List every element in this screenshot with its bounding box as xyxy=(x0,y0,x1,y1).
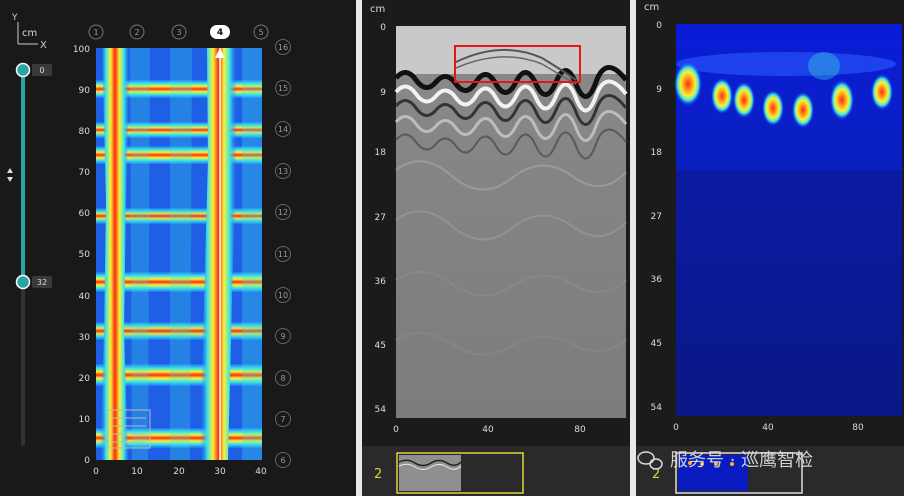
migrated-panel: cm 0 9 18 27 36 45 54 0 40 80 2 服务号 · 巡鹰… xyxy=(636,0,904,496)
y-tick: 100 xyxy=(73,45,90,55)
side-channel-label: 13 xyxy=(278,167,288,176)
migrated-x-axis: 0 40 80 xyxy=(673,423,864,433)
watermark-text: 服务号 · 巡鹰智检 xyxy=(670,450,813,471)
side-channel-label: 14 xyxy=(278,125,288,134)
side-channel-label: 6 xyxy=(280,456,285,465)
y-tick: 54 xyxy=(651,403,663,413)
side-channel-selector[interactable]: 16 15 14 13 12 11 10 9 8 7 6 xyxy=(275,39,291,468)
plan-view-svg: Y cm X 0 32 0 10 20 30 40 50 60 70 80 90… xyxy=(7,13,291,477)
axis-unit-label: cm xyxy=(22,28,37,39)
x-tick: 80 xyxy=(852,423,864,433)
radar-unit-label: cm xyxy=(370,4,385,15)
y-tick: 20 xyxy=(79,374,91,384)
side-channel-label: 15 xyxy=(278,84,288,93)
channel-badge-active-label: 4 xyxy=(217,28,223,38)
radargram-svg: cm 0 9 18 27 36 45 54 0 40 80 2 xyxy=(362,4,630,496)
y-tick: 40 xyxy=(79,292,91,302)
x-tick: 30 xyxy=(214,467,226,477)
side-channel-label: 10 xyxy=(278,291,288,300)
y-tick: 27 xyxy=(375,213,386,223)
axis-x-label: X xyxy=(40,40,47,51)
radargram-image[interactable] xyxy=(394,26,628,418)
channel-badge-label: 1 xyxy=(93,28,98,37)
y-tick: 36 xyxy=(651,275,663,285)
x-tick: 40 xyxy=(762,423,774,433)
radar-x-axis: 0 40 80 xyxy=(393,425,586,435)
x-tick: 40 xyxy=(482,425,494,435)
x-tick: 10 xyxy=(131,467,143,477)
migrated-svg: cm 0 9 18 27 36 45 54 0 40 80 2 服务号 · 巡鹰… xyxy=(636,2,904,496)
slider-top-handle[interactable] xyxy=(15,62,31,78)
y-tick: 0 xyxy=(84,456,90,466)
plan-view-panel: Y cm X 0 32 0 10 20 30 40 50 60 70 80 90… xyxy=(0,0,356,496)
depth-range-slider[interactable]: 0 32 xyxy=(15,62,53,447)
x-tick: 0 xyxy=(93,467,99,477)
axis-y-label: Y xyxy=(11,13,18,23)
y-tick: 9 xyxy=(380,88,386,98)
side-channel-label: 11 xyxy=(278,250,288,259)
y-tick: 27 xyxy=(651,212,662,222)
radar-thumb-label: 2 xyxy=(374,467,382,482)
y-tick: 90 xyxy=(79,86,91,96)
top-channel-selector[interactable]: 1 2 3 4 5 xyxy=(88,24,269,40)
channel-badge-label: 5 xyxy=(258,28,263,37)
y-tick: 0 xyxy=(656,21,662,31)
plan-y-axis: 0 10 20 30 40 50 60 70 80 90 100 xyxy=(73,45,90,466)
x-tick: 0 xyxy=(673,423,679,433)
y-tick: 45 xyxy=(651,339,662,349)
migrated-y-axis: 0 9 18 27 36 45 54 xyxy=(651,21,663,413)
y-tick: 50 xyxy=(79,250,91,260)
side-channel-label: 16 xyxy=(278,43,288,52)
radargram-panel: cm 0 9 18 27 36 45 54 0 40 80 2 xyxy=(362,0,630,496)
x-tick: 20 xyxy=(173,467,185,477)
axis-orientation-icon: Y cm X xyxy=(11,13,47,51)
side-channel-label: 12 xyxy=(278,208,288,217)
y-tick: 30 xyxy=(79,333,91,343)
y-tick: 0 xyxy=(380,23,386,33)
migrated-image[interactable] xyxy=(674,24,902,416)
x-tick: 80 xyxy=(574,425,586,435)
y-tick: 54 xyxy=(375,405,387,415)
y-tick: 45 xyxy=(375,341,386,351)
slider-bottom-handle[interactable] xyxy=(15,274,31,290)
y-tick: 18 xyxy=(375,148,387,158)
channel-badge-label: 2 xyxy=(134,28,139,37)
x-tick: 40 xyxy=(255,467,267,477)
slider-top-value: 0 xyxy=(39,66,44,75)
plan-x-axis: 0 10 20 30 40 xyxy=(93,467,267,477)
y-tick: 60 xyxy=(79,209,91,219)
y-tick: 80 xyxy=(79,127,91,137)
y-tick: 18 xyxy=(651,148,663,158)
y-tick: 10 xyxy=(79,415,91,425)
side-channel-label: 7 xyxy=(280,415,285,424)
y-tick: 70 xyxy=(79,168,91,178)
y-tick: 9 xyxy=(656,85,662,95)
channel-badge-label: 3 xyxy=(176,28,181,37)
side-channel-label: 9 xyxy=(280,332,285,341)
side-channel-label: 8 xyxy=(280,374,285,383)
migrated-unit-label: cm xyxy=(644,2,659,13)
slider-bottom-value: 32 xyxy=(37,278,47,287)
radar-y-axis: 0 9 18 27 36 45 54 xyxy=(375,23,387,415)
drag-arrows-icon[interactable] xyxy=(7,168,13,182)
y-tick: 36 xyxy=(375,277,387,287)
plan-heatmap[interactable] xyxy=(96,48,262,460)
x-tick: 0 xyxy=(393,425,399,435)
